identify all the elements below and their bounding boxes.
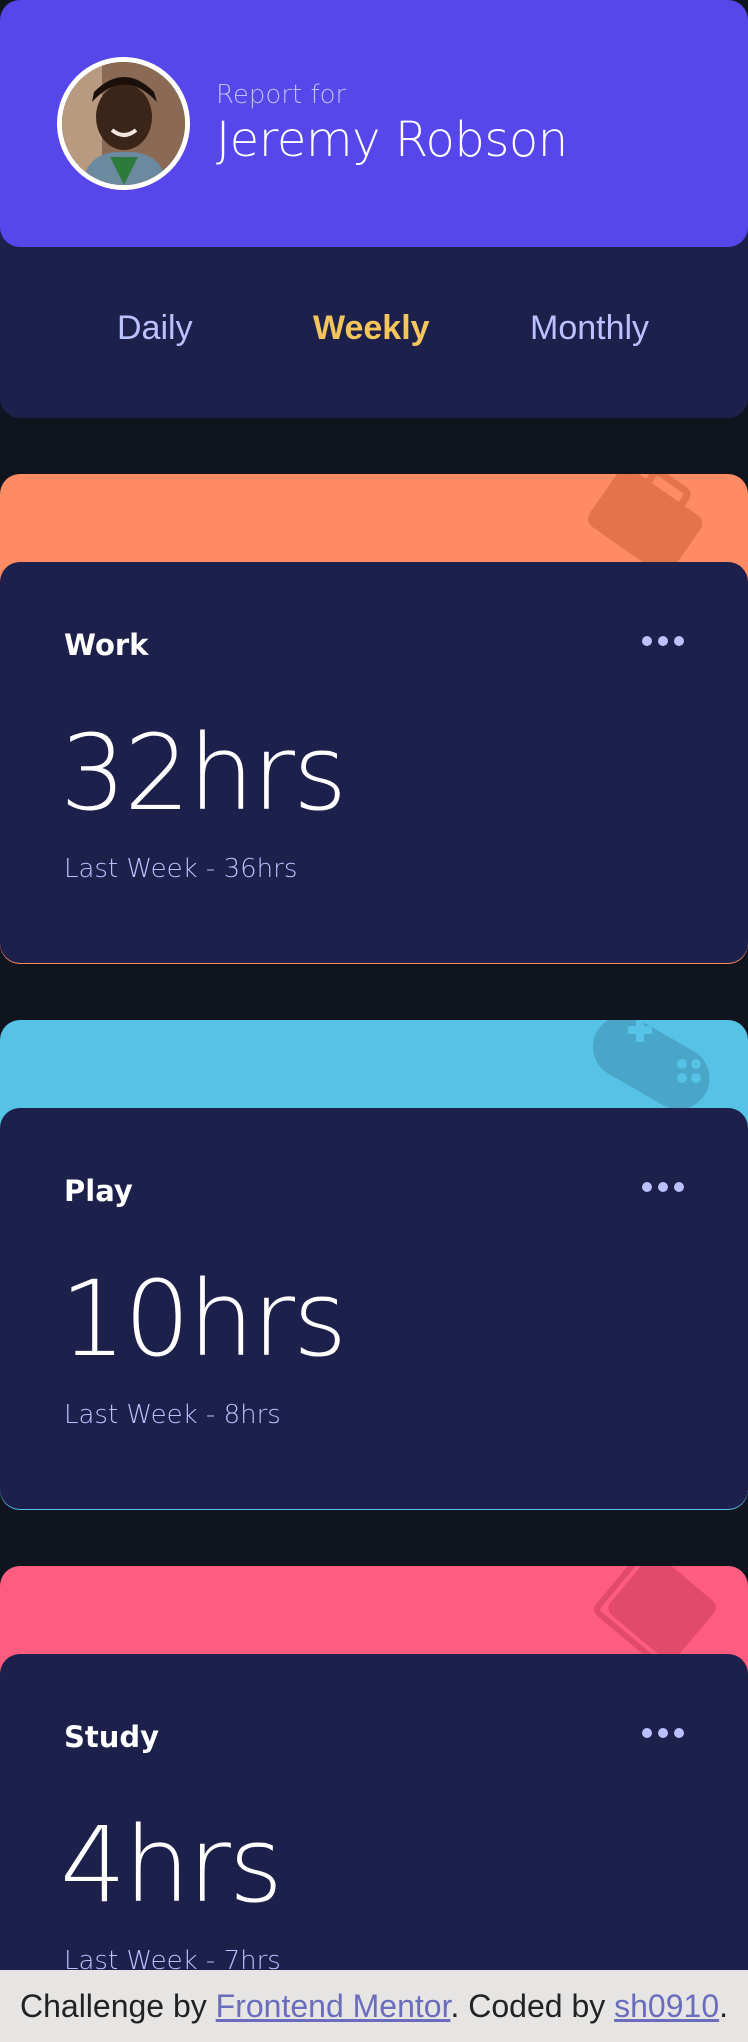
timeframe-tabs: Daily Weekly Monthly [0,247,748,418]
tab-monthly[interactable]: Monthly [530,309,649,348]
work-title: Work [64,628,149,662]
author-link[interactable]: sh0910 [614,1988,719,2024]
work-card[interactable]: Work 32hrs Last Week - 36hrs [0,562,748,963]
briefcase-icon [588,474,703,572]
footer-suffix: . [719,1988,728,2024]
play-hours: 10hrs [60,1258,347,1380]
play-menu-icon[interactable] [642,1176,686,1198]
profile-card: Report for Jeremy Robson Daily Weekly Mo… [0,0,748,418]
play-previous: Last Week - 8hrs [64,1400,281,1430]
avatar [57,57,190,190]
tab-daily[interactable]: Daily [117,309,193,348]
work-menu-icon[interactable] [642,630,686,652]
study-menu-icon[interactable] [642,1722,686,1744]
play-card[interactable]: Play 10hrs Last Week - 8hrs [0,1108,748,1509]
profile-header: Report for Jeremy Robson [0,0,748,247]
report-for-label: Report for [216,80,347,110]
user-name: Jeremy Robson [216,112,568,168]
footer-middle: . Coded by [450,1988,606,2024]
work-previous: Last Week - 36hrs [64,854,298,884]
attribution-footer: Challenge by Frontend Mentor. Coded by s… [0,1970,748,2042]
work-hours: 32hrs [60,712,347,834]
study-hours: 4hrs [60,1804,283,1926]
tab-weekly[interactable]: Weekly [313,309,430,348]
footer-prefix: Challenge by [19,1988,207,2024]
frontend-mentor-link[interactable]: Frontend Mentor [216,1988,451,2024]
book-icon [594,1566,716,1663]
study-title: Study [64,1720,160,1754]
gamepad-icon [592,1020,710,1110]
play-title: Play [64,1174,133,1208]
